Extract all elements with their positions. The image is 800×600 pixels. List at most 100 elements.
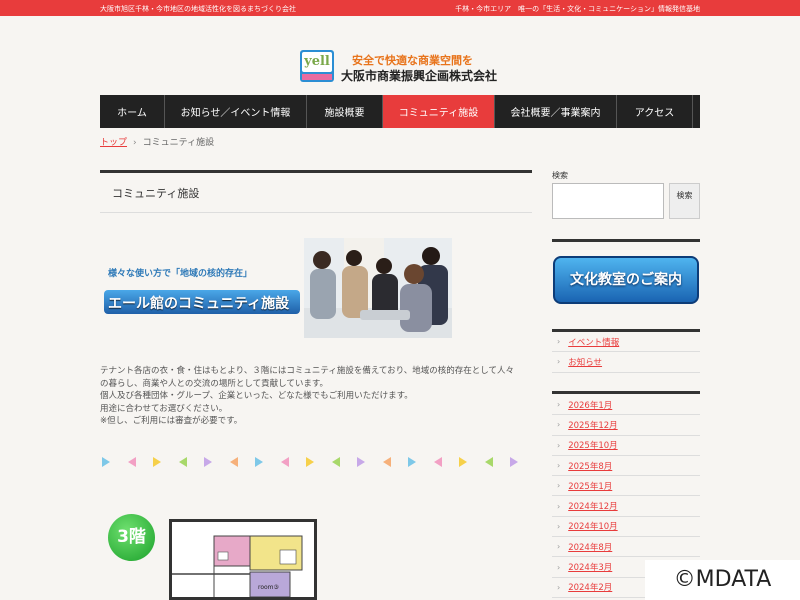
main-nav: ホーム お知らせ／イベント情報 施設概要 コミュニティ施設 会社概要／事業案内 … [100, 95, 700, 128]
chevron-right-icon: › [557, 562, 561, 572]
description-line: 個人及び各種団体・グループ、企業といった、どなた様でもご利用いただけます。 [100, 391, 413, 401]
description-line: テナント各店の衣・食・住はもとより、３階にはコミュニティ施設を備えており、地域の… [100, 366, 515, 376]
chevron-right-icon: › [557, 521, 561, 531]
company-name: 大阪市商業振興企画株式会社 [341, 69, 498, 83]
search-button[interactable]: 検索 [669, 183, 700, 219]
chevron-right-icon: › [557, 582, 561, 592]
category-link-news[interactable]: お知らせ [568, 356, 602, 368]
community-banner: 様々な使い方で「地域の核的存在」 エール館のコミュニティ施設 [100, 238, 452, 338]
triangle-decoration [357, 457, 365, 467]
culture-classes-button[interactable]: 文化教室のご案内 [553, 256, 699, 304]
room-label: room③ [258, 584, 279, 591]
triangle-decoration [255, 457, 263, 467]
archive-link[interactable]: 2025年8月 [568, 460, 612, 472]
list-item: › 2025年12月 [552, 415, 700, 436]
triangle-decoration [204, 457, 212, 467]
chevron-right-icon: › [557, 440, 561, 450]
community-description: テナント各店の衣・食・住はもとより、３階にはコミュニティ施設を備えており、地域の… [100, 365, 532, 428]
triangle-decoration [408, 457, 416, 467]
triangle-decoration [178, 457, 187, 467]
logo-badge-text: yell [302, 52, 332, 72]
nav-item-community[interactable]: コミュニティ施設 [383, 95, 495, 128]
category-list: › イベント情報 › お知らせ [552, 332, 700, 373]
chevron-right-icon: › [557, 420, 561, 430]
topbar-right-text: 千林・今市エリア 唯一の「生活・文化・コミュニケーション」情報発信基地 [455, 5, 700, 13]
sidebar-divider [552, 239, 700, 242]
list-item: › 2025年8月 [552, 456, 700, 477]
list-item: › 2025年1月 [552, 476, 700, 497]
archive-link[interactable]: 2024年12月 [568, 500, 617, 512]
archive-link[interactable]: 2025年12月 [568, 419, 617, 431]
triangle-decoration [153, 457, 161, 467]
archive-link[interactable]: 2025年10月 [568, 439, 617, 451]
triangle-decoration [510, 457, 518, 467]
chevron-right-icon: › [557, 501, 561, 511]
nav-item-access[interactable]: アクセス [617, 95, 693, 128]
floor-plan-drawing [172, 522, 314, 598]
search-input[interactable] [552, 183, 664, 219]
list-item: › イベント情報 [552, 332, 700, 353]
floor-plan-map: room③ [169, 519, 317, 600]
chevron-right-icon: › [557, 337, 561, 347]
yell-logo-icon: yell [300, 50, 334, 82]
triangle-decoration [433, 457, 442, 467]
logo-tagline: 安全で快適な商業空間を [352, 54, 473, 67]
search-label: 検索 [552, 171, 568, 180]
banner-catchphrase: 様々な使い方で「地域の核的存在」 [108, 269, 253, 279]
chevron-right-icon: › [557, 357, 561, 367]
topbar-left-text: 大阪市旭区千林・今市地区の地域活性化を図るまちづくり会社 [100, 5, 296, 13]
page-title: コミュニティ施設 [112, 187, 200, 200]
page-title-box: コミュニティ施設 [100, 170, 532, 213]
list-item: › お知らせ [552, 352, 700, 373]
chevron-right-icon: › [557, 461, 561, 471]
archive-link[interactable]: 2024年10月 [568, 520, 617, 532]
triangle-decoration [459, 457, 467, 467]
banner-text-panel: 様々な使い方で「地域の核的存在」 エール館のコミュニティ施設 [100, 256, 303, 322]
logo-badge-strip [302, 74, 332, 80]
site-logo[interactable]: yell 安全で快適な商業空間を 大阪市商業振興企画株式会社 [300, 48, 500, 84]
floor-badge: 3階 [108, 514, 155, 561]
banner-title: エール館のコミュニティ施設 [104, 290, 300, 314]
nav-item-company[interactable]: 会社概要／事業案内 [495, 95, 617, 128]
triangle-decoration [229, 457, 238, 467]
list-item: › 2026年1月 [552, 395, 700, 416]
triangle-decoration [331, 457, 340, 467]
list-item: › 2024年12月 [552, 496, 700, 517]
sidebar-divider [552, 391, 700, 394]
triangle-decoration [127, 457, 136, 467]
description-line: 用途に合わせてお選びください。 [100, 403, 228, 414]
floor-plan-section: 3階 room③ [100, 512, 320, 600]
category-link-events[interactable]: イベント情報 [568, 336, 619, 348]
top-info-bar: 大阪市旭区千林・今市地区の地域活性化を図るまちづくり会社 千林・今市エリア 唯一… [0, 0, 800, 16]
list-item: › 2024年8月 [552, 537, 700, 558]
description-line: ※但し、ご利用には審査が必要です。 [100, 416, 243, 426]
triangle-decoration [382, 457, 391, 467]
nav-item-news-events[interactable]: お知らせ／イベント情報 [165, 95, 307, 128]
archive-link[interactable]: 2024年8月 [568, 541, 612, 553]
breadcrumb: トップ › コミュニティ施設 [100, 135, 214, 148]
chevron-right-icon: › [557, 400, 561, 410]
triangle-decoration [280, 457, 289, 467]
search-button-label: 検索 [676, 191, 693, 200]
triangle-decoration [306, 457, 314, 467]
banner-photo-people [304, 238, 452, 338]
breadcrumb-current: コミュニティ施設 [142, 138, 215, 148]
archive-link[interactable]: 2024年3月 [568, 561, 612, 573]
archive-link[interactable]: 2024年2月 [568, 581, 612, 593]
decorative-triangle-divider [100, 457, 532, 469]
chevron-right-icon: › [557, 542, 561, 552]
nav-item-facility[interactable]: 施設概要 [307, 95, 383, 128]
triangle-decoration [484, 457, 493, 467]
nav-item-home[interactable]: ホーム [100, 95, 165, 128]
breadcrumb-home-link[interactable]: トップ [100, 138, 127, 148]
triangle-decoration [102, 457, 110, 467]
list-item: › 2024年10月 [552, 517, 700, 538]
watermark: ©MDATA [645, 560, 800, 600]
people-photo-illustration [304, 238, 452, 338]
breadcrumb-separator: › [133, 138, 137, 148]
archive-link[interactable]: 2026年1月 [568, 399, 612, 411]
archive-link[interactable]: 2025年1月 [568, 480, 612, 492]
chevron-right-icon: › [557, 481, 561, 491]
description-line: の暮らし、商業や人との交流の場所として貢献しています。 [100, 378, 329, 389]
list-item: › 2025年10月 [552, 436, 700, 456]
